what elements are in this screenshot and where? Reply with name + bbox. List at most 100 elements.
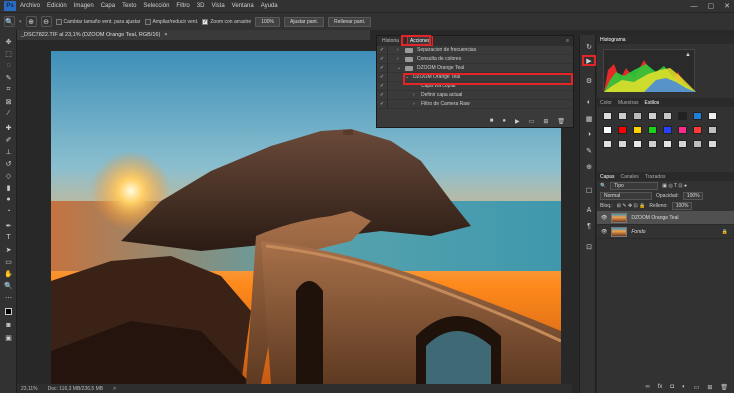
gradient-tool-icon[interactable]: ▮	[3, 182, 14, 193]
close-window-button[interactable]: ✕	[724, 2, 730, 10]
stop-icon[interactable]: ■	[490, 118, 494, 124]
resize-windows-checkbox[interactable]: Cambiar tamaño vent. para ajustar	[55, 18, 141, 25]
menu-capa[interactable]: Capa	[101, 3, 115, 9]
zoom-in-icon[interactable]: ⊕	[25, 16, 37, 27]
tab-trazados[interactable]: Trazados	[645, 174, 666, 180]
checkbox-box[interactable]	[144, 18, 151, 25]
zoom-100-button[interactable]: 100%	[255, 16, 281, 27]
dialog-toggle[interactable]	[387, 82, 397, 90]
toggle-check-icon[interactable]: ✓	[377, 65, 387, 71]
opacity-input[interactable]: 100%	[682, 192, 703, 200]
toggle-check-icon[interactable]: ✓	[377, 101, 387, 107]
style-swatch[interactable]	[648, 126, 657, 134]
style-swatch[interactable]	[693, 126, 702, 134]
lasso-tool-icon[interactable]: ◌	[3, 60, 14, 71]
panel-menu-icon[interactable]: ≡	[566, 38, 569, 44]
new-layer-icon[interactable]: ⊞	[707, 384, 712, 391]
zoom-out-icon[interactable]: ⊖	[40, 16, 52, 27]
style-swatch[interactable]	[693, 112, 702, 120]
record-icon[interactable]: ●	[502, 118, 506, 124]
path-select-icon[interactable]: ➤	[3, 244, 14, 255]
dialog-toggle[interactable]	[387, 91, 397, 99]
toggle-check-icon[interactable]: ✓	[377, 74, 387, 80]
eyedropper-tool-icon[interactable]: ⁄	[3, 108, 14, 119]
checkbox-box[interactable]	[55, 18, 62, 25]
style-swatch[interactable]	[618, 112, 627, 120]
visibility-eye-icon[interactable]: 👁	[601, 215, 607, 221]
screen-mode-icon[interactable]: ▣	[3, 332, 14, 343]
filter-toggle-icons[interactable]: ▣ ◎ T ⊡ ●	[662, 183, 687, 189]
tab-historia[interactable]: Historia	[380, 37, 401, 45]
toggle-check-icon[interactable]: ✓	[377, 92, 387, 98]
zoom-tool-icon[interactable]: 🔍	[4, 16, 15, 27]
blur-tool-icon[interactable]: ●	[3, 194, 14, 205]
style-swatch[interactable]	[633, 112, 642, 120]
scrubby-zoom-checkbox[interactable]: ✓ Zoom con arrastre	[202, 18, 251, 25]
checkbox-box[interactable]: ✓	[202, 18, 209, 25]
dialog-toggle[interactable]	[387, 64, 397, 72]
link-icon[interactable]: ∞	[645, 384, 649, 390]
style-swatch[interactable]	[618, 140, 627, 148]
fill-input[interactable]: 100%	[671, 202, 692, 210]
expand-icon[interactable]: ›	[397, 47, 405, 53]
clone-source-icon[interactable]: ⊕	[583, 161, 595, 172]
eraser-tool-icon[interactable]: ◇	[3, 170, 14, 181]
menu-filtro[interactable]: Filtro	[176, 3, 189, 9]
style-swatch[interactable]	[648, 140, 657, 148]
history-panel-icon[interactable]: ↻	[583, 41, 595, 52]
brush-tool-icon[interactable]: ✐	[3, 134, 14, 145]
minimize-button[interactable]: —	[691, 3, 698, 10]
blend-mode-select[interactable]: Normal	[600, 192, 652, 200]
dodge-tool-icon[interactable]: ◔	[3, 206, 14, 217]
mask-icon[interactable]: ◘	[670, 384, 674, 390]
close-tab-icon[interactable]: ×	[164, 32, 167, 38]
play-icon[interactable]: ▶	[515, 118, 520, 125]
color-panel-icon[interactable]: ◐	[583, 97, 595, 108]
character-icon[interactable]: A	[583, 205, 595, 216]
zoom-all-windows-checkbox[interactable]: Ampliar/reducir vent.	[144, 18, 198, 25]
dialog-toggle[interactable]	[387, 100, 397, 108]
layer-row-dzoom[interactable]: 👁 DZOOM Orange Teal	[597, 211, 734, 225]
paragraph-icon[interactable]: ¶	[583, 221, 595, 232]
style-swatch[interactable]	[603, 140, 612, 148]
status-menu-arrow[interactable]: >	[113, 386, 116, 392]
lock-icons[interactable]: ⊞ ✎ ✥ ⊡ 🔒	[617, 203, 646, 209]
collapse-icon[interactable]: ⌄	[397, 65, 405, 71]
history-brush-icon[interactable]: ↺	[3, 158, 14, 169]
more-tools-icon[interactable]: ⋯	[3, 292, 14, 303]
document-tab[interactable]: _DSC7822.TIF al 23,1% (DZOOM Orange Teal…	[17, 30, 370, 40]
menu-ayuda[interactable]: Ayuda	[261, 3, 278, 9]
menu-seleccion[interactable]: Selección	[143, 3, 169, 9]
clone-stamp-icon[interactable]: ⊥	[3, 146, 14, 157]
tab-color[interactable]: Color	[600, 100, 612, 106]
style-swatch[interactable]	[678, 126, 687, 134]
menu-ventana[interactable]: Ventana	[232, 3, 254, 9]
zoom-level[interactable]: 23,11%	[21, 386, 38, 392]
toggle-check-icon[interactable]: ✓	[377, 56, 387, 62]
trash-icon[interactable]: 🗑	[720, 384, 728, 391]
new-set-icon[interactable]: ▭	[529, 118, 535, 125]
menu-vista[interactable]: Vista	[211, 3, 224, 9]
fx-icon[interactable]: fx	[658, 384, 663, 390]
hand-tool-icon[interactable]: ✋	[3, 268, 14, 279]
pen-tool-icon[interactable]: ✒	[3, 220, 14, 231]
group-icon[interactable]: ▭	[694, 384, 700, 391]
shape-tool-icon[interactable]: ▭	[3, 256, 14, 267]
tab-muestras[interactable]: Muestras	[618, 100, 639, 106]
tab-histograma[interactable]: Histograma	[600, 37, 626, 43]
style-swatch[interactable]	[663, 126, 672, 134]
type-tool-icon[interactable]: T	[3, 232, 14, 243]
new-action-icon[interactable]: ⊞	[543, 118, 548, 125]
menu-imagen[interactable]: Imagen	[74, 3, 94, 9]
action-step-row[interactable]: ✓ › Filtro de Camera Raw	[377, 100, 573, 109]
dialog-toggle[interactable]	[387, 46, 397, 54]
fit-screen-button[interactable]: Ajustar pant.	[284, 16, 325, 27]
adjustments-icon[interactable]: ◑	[583, 129, 595, 140]
quick-select-tool-icon[interactable]: ✎	[3, 72, 14, 83]
style-swatch[interactable]	[633, 126, 642, 134]
frame-tool-icon[interactable]: ⊠	[3, 96, 14, 107]
color-swatches-icon[interactable]	[3, 306, 14, 317]
toggle-check-icon[interactable]: ✓	[377, 83, 387, 89]
style-swatch[interactable]	[648, 112, 657, 120]
style-swatch[interactable]	[663, 140, 672, 148]
